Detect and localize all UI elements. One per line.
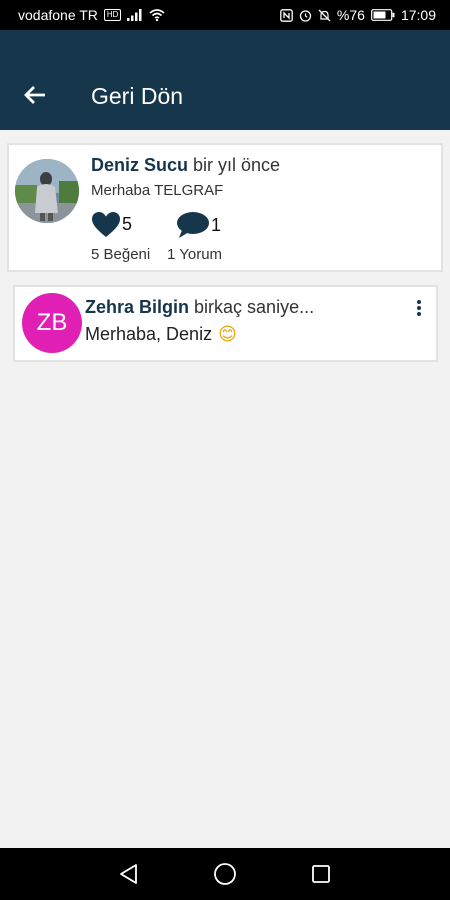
comment-count: 1 [211, 214, 222, 235]
mute-icon [318, 9, 331, 22]
nfc-icon [280, 8, 293, 22]
system-nav-bar [0, 848, 450, 900]
comment-header: Zehra Bilgin birkaç saniye... [85, 297, 314, 318]
comment-card: ZB Zehra Bilgin birkaç saniye... Merhaba… [13, 285, 438, 362]
post-author[interactable]: Deniz Sucu [91, 155, 188, 175]
heart-icon [91, 211, 121, 238]
post-header: Deniz Sucu bir yıl önce [91, 155, 280, 176]
hd-badge: HD [103, 9, 122, 21]
like-button[interactable]: 5 [91, 211, 132, 238]
back-triangle-icon[interactable] [117, 862, 141, 886]
like-count: 5 [122, 214, 133, 234]
status-bar: vodafone TR HD %76 17:09 [0, 0, 450, 30]
alarm-icon [299, 9, 312, 22]
arrow-left-icon [24, 85, 46, 105]
back-button[interactable] [22, 82, 48, 108]
post-card: Deniz Sucu bir yıl önce Merhaba TELGRAF … [7, 143, 443, 272]
battery-percent: %76 [336, 7, 365, 23]
battery-icon [371, 9, 395, 21]
recents-square-icon[interactable] [309, 862, 333, 886]
comment-author[interactable]: Zehra Bilgin [85, 297, 189, 317]
comment-count-label[interactable]: 1 Yorum [167, 246, 222, 263]
comment-text: Merhaba, Deniz [85, 324, 213, 344]
author-avatar[interactable] [15, 159, 79, 223]
page-title: Geri Dön [91, 83, 184, 109]
post-text: Merhaba TELGRAF [91, 182, 224, 199]
speech-bubble-icon [176, 211, 210, 239]
clock: 17:09 [400, 7, 436, 23]
more-vertical-icon[interactable] [412, 297, 426, 319]
signal-icon [127, 9, 143, 21]
app-bar: Geri Dön [0, 30, 450, 130]
comment-time: birkaç saniye... [194, 297, 315, 317]
comment-body: Merhaba, Deniz 😊 [85, 324, 237, 345]
carrier-name: vodafone TR [18, 7, 98, 23]
wifi-icon [149, 9, 165, 21]
smile-emoji-icon: 😊 [218, 324, 237, 345]
like-count-label[interactable]: 5 Beğeni [91, 246, 150, 263]
avatar-initials: ZB [36, 309, 68, 336]
post-time: bir yıl önce [193, 155, 281, 175]
commenter-avatar[interactable]: ZB [22, 293, 82, 353]
comment-button[interactable]: 1 [176, 211, 221, 239]
home-circle-icon[interactable] [213, 862, 237, 886]
